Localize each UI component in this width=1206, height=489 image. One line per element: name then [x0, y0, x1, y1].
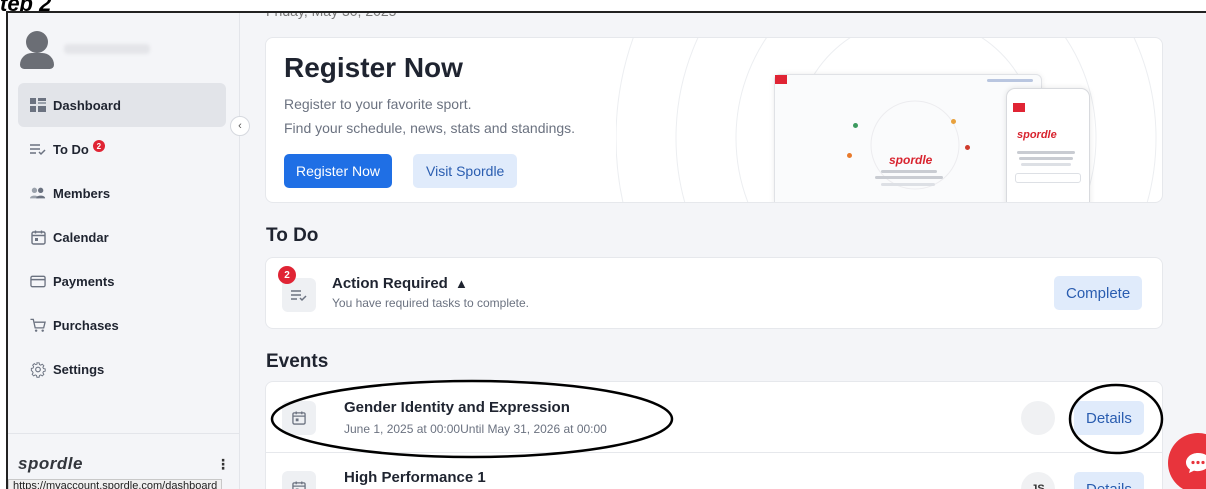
todo-section-title: To Do — [266, 225, 319, 246]
todo-count-badge: 2 — [278, 266, 296, 284]
visit-spordle-button[interactable]: Visit Spordle — [413, 154, 518, 188]
sidebar-item-payments[interactable]: Payments — [18, 259, 226, 303]
grid-icon — [30, 97, 46, 113]
complete-button[interactable]: Complete — [1054, 276, 1143, 310]
todo-card: 2 Action Required ▲ You have required ta… — [265, 257, 1163, 329]
mockup-brand: spordle — [1017, 129, 1057, 141]
cart-icon — [30, 317, 46, 333]
sidebar-item-label: Settings — [53, 361, 105, 377]
main-content: Friday, May 30, 2025 Register Now Regist… — [240, 13, 1206, 489]
sidebar-item-label: To Do — [53, 141, 89, 157]
spordle-logo: spordle — [18, 454, 83, 473]
event-row: Gender Identity and Expression June 1, 2… — [265, 381, 1163, 453]
event-title: High Performance 1 — [344, 469, 486, 486]
sidebar-item-dashboard[interactable]: Dashboard — [18, 83, 226, 127]
status-bar-url: https://myaccount.spordle.com/dashboard — [8, 479, 223, 489]
profile-name-redacted — [64, 44, 150, 54]
calendar-icon — [282, 471, 316, 489]
sidebar-item-settings[interactable]: Settings — [18, 347, 226, 391]
avatar — [20, 29, 54, 69]
users-icon — [30, 185, 46, 201]
sidebar: Dashboard To Do 2 Members Calendar Payme… — [8, 13, 240, 489]
sidebar-item-label: Purchases — [53, 317, 119, 333]
app-window: Dashboard To Do 2 Members Calendar Payme… — [6, 11, 1206, 489]
date-header: Friday, May 30, 2025 — [266, 11, 397, 19]
register-banner: Register Now Register to your favorite s… — [265, 37, 1163, 203]
sidebar-item-label: Payments — [53, 273, 115, 289]
sidebar-item-label: Dashboard — [53, 97, 121, 113]
todo-subtitle: You have required tasks to complete. — [332, 296, 530, 310]
sidebar-item-purchases[interactable]: Purchases — [18, 303, 226, 347]
sidebar-item-members[interactable]: Members — [18, 171, 226, 215]
event-avatar: JS — [1021, 472, 1055, 489]
todo-count-badge: 2 — [92, 140, 105, 152]
gear-icon — [30, 361, 46, 378]
phone-mockup-image: spordle — [1006, 88, 1090, 202]
desktop-mockup-image: spordle — [774, 74, 1042, 202]
event-details-button[interactable]: Details — [1074, 401, 1144, 435]
warning-icon: ▲ — [455, 276, 468, 291]
event-date: June 1, 2025 at 00:00Until May 31, 2026 … — [344, 422, 607, 436]
todo-title: Action Required ▲ — [332, 275, 468, 292]
event-row: High Performance 1 JS Details — [265, 453, 1163, 489]
event-details-button[interactable]: Details — [1074, 472, 1144, 489]
credit-card-icon — [30, 273, 46, 289]
sidebar-nav: Dashboard To Do 2 Members Calendar Payme… — [18, 83, 226, 391]
calendar-icon — [30, 229, 46, 245]
banner-text: Register to your favorite sport. — [284, 96, 472, 112]
sidebar-item-todo[interactable]: To Do 2 — [18, 127, 226, 171]
mockup-brand: spordle — [889, 153, 933, 167]
sidebar-item-label: Calendar — [53, 229, 109, 245]
register-now-button[interactable]: Register Now — [284, 154, 393, 188]
calendar-icon — [282, 401, 316, 435]
profile[interactable] — [20, 29, 150, 69]
event-avatar — [1021, 401, 1055, 435]
events-section-title: Events — [266, 351, 329, 372]
more-options-icon[interactable]: ⋮ — [216, 456, 230, 473]
checklist-icon — [30, 141, 46, 157]
event-title: Gender Identity and Expression — [344, 399, 570, 416]
sidebar-item-calendar[interactable]: Calendar — [18, 215, 226, 259]
todo-title-text: Action Required — [332, 275, 448, 292]
banner-text: Find your schedule, news, stats and stan… — [284, 120, 576, 136]
chat-icon — [1186, 453, 1206, 473]
sidebar-item-label: Members — [53, 185, 111, 201]
banner-title: Register Now — [284, 52, 463, 83]
